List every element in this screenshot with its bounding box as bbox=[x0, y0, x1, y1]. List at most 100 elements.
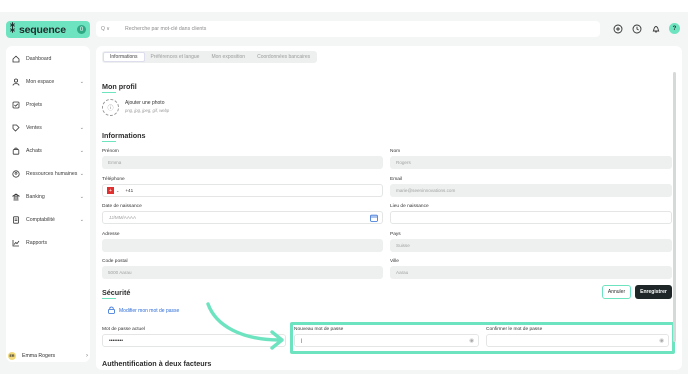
chart-line-icon bbox=[12, 239, 20, 247]
search-filter-dropdown[interactable]: Q ∨ bbox=[101, 26, 125, 32]
email-field[interactable]: marie@seeninnovations.com bbox=[390, 184, 672, 197]
section-title-profil: Mon profil bbox=[102, 82, 137, 91]
telephone-prefix: +41 bbox=[125, 188, 134, 193]
people-icon bbox=[12, 170, 20, 178]
scrollbar[interactable] bbox=[673, 72, 676, 342]
code-postal-field[interactable]: 5000 Aarau bbox=[102, 266, 383, 279]
date-naissance-label: Date de naissance bbox=[102, 204, 142, 209]
section-title-informations: Informations bbox=[102, 131, 146, 140]
nom-field[interactable]: Rogers bbox=[390, 156, 672, 169]
app-window: ⁑ sequence 0 Dashboard Mon espace ⌄ Proj… bbox=[0, 12, 688, 374]
code-postal-label: Code postal bbox=[102, 259, 128, 264]
main-panel: Informations Préférences et langue Mon e… bbox=[96, 46, 682, 370]
pays-field[interactable]: Suisse bbox=[390, 239, 672, 252]
bank-icon bbox=[12, 193, 20, 201]
prenom-field[interactable]: Emma bbox=[102, 156, 383, 169]
telephone-field[interactable]: + ⌄ +41 bbox=[102, 184, 383, 197]
chevron-down-icon: ⌄ bbox=[79, 217, 84, 223]
telephone-label: Téléphone bbox=[102, 177, 125, 182]
swiss-flag-icon[interactable]: + bbox=[107, 187, 114, 194]
chevron-down-icon[interactable]: ⌄ bbox=[116, 188, 119, 193]
user-icon bbox=[12, 78, 20, 86]
sidebar-item-label: Mon espace bbox=[26, 79, 55, 85]
sidebar-item-label: Ressources humaines bbox=[26, 171, 78, 177]
bag-icon bbox=[12, 147, 20, 155]
sidebar-item-label: Banking bbox=[26, 194, 45, 200]
cancel-button[interactable]: Annuler bbox=[602, 285, 631, 299]
brand-badge: 0 bbox=[77, 25, 86, 34]
photo-upload-formats: png, jpg, jpeg, gif, webp bbox=[125, 108, 170, 113]
tab-informations[interactable]: Informations bbox=[103, 52, 145, 62]
tag-icon bbox=[12, 124, 20, 132]
section-underline bbox=[102, 141, 116, 142]
brand-name: sequence bbox=[19, 23, 66, 36]
search-input[interactable]: Recherche par mot-clé dans clients bbox=[125, 26, 206, 32]
sidebar-item-ventes[interactable]: Ventes ⌄ bbox=[6, 120, 90, 136]
section-title-securite: Sécurité bbox=[102, 288, 131, 297]
chevron-down-icon: ⌄ bbox=[79, 125, 84, 131]
section-underline bbox=[102, 298, 116, 299]
tab-coordonnees-bancaires[interactable]: Coordonnées bancaires bbox=[251, 52, 316, 62]
sidebar-item-dashboard[interactable]: Dashboard bbox=[6, 51, 90, 67]
current-password-value: •••••••• bbox=[109, 337, 124, 344]
logo-icon: ⁑ bbox=[10, 24, 15, 35]
prenom-label: Prénom bbox=[102, 149, 119, 154]
lieu-naissance-label: Lieu de naissance bbox=[390, 204, 429, 209]
document-icon bbox=[12, 216, 20, 224]
sidebar-item-label: Achats bbox=[26, 148, 42, 154]
home-icon bbox=[12, 55, 20, 63]
sidebar-item-comptabilite[interactable]: Comptabilité ⌄ bbox=[6, 212, 90, 228]
sidebar-item-achats[interactable]: Achats ⌄ bbox=[6, 143, 90, 159]
sidebar-item-label: Comptabilité bbox=[26, 217, 55, 223]
sidebar-item-rapports[interactable]: Rapports bbox=[6, 235, 90, 251]
change-password-link[interactable]: Modifier mon mot de passe bbox=[108, 306, 179, 316]
chevron-down-icon: ⌄ bbox=[79, 148, 84, 154]
email-label: Email bbox=[390, 177, 402, 182]
photo-upload-title[interactable]: Ajouter une photo bbox=[125, 100, 164, 106]
tab-preferences[interactable]: Préférences et langue bbox=[145, 52, 206, 62]
brand-logo[interactable]: ⁑ sequence 0 bbox=[6, 21, 90, 38]
tab-exposition[interactable]: Mon exposition bbox=[205, 52, 251, 62]
avatar: ER bbox=[8, 352, 16, 360]
ville-field[interactable]: Aarau bbox=[390, 266, 672, 279]
nom-label: Nom bbox=[390, 149, 401, 154]
highlight-box bbox=[290, 322, 675, 354]
lieu-naissance-field[interactable] bbox=[390, 211, 672, 224]
checkbox-icon bbox=[12, 101, 20, 109]
user-menu[interactable]: ER Emma Rogers › bbox=[8, 350, 88, 362]
search-bar[interactable]: Q ∨ Recherche par mot-clé dans clients bbox=[96, 21, 600, 37]
clock-icon[interactable] bbox=[631, 23, 642, 34]
sidebar-item-banking[interactable]: Banking ⌄ bbox=[6, 189, 90, 205]
annotation-arrow bbox=[206, 302, 284, 350]
lock-icon bbox=[108, 306, 115, 316]
sidebar-item-mon-espace[interactable]: Mon espace ⌄ bbox=[6, 74, 90, 90]
adresse-label: Adresse bbox=[102, 232, 120, 237]
sidebar-item-label: Ventes bbox=[26, 125, 42, 131]
section-underline bbox=[102, 92, 116, 93]
sidebar-item-label: Dashboard bbox=[26, 56, 52, 62]
ville-label: Ville bbox=[390, 259, 399, 264]
date-naissance-field[interactable]: JJ/MM/AAAA bbox=[102, 211, 383, 224]
sidebar-item-label: Projets bbox=[26, 102, 43, 108]
change-password-label: Modifier mon mot de passe bbox=[119, 308, 180, 314]
chevron-down-icon: ⌄ bbox=[79, 194, 84, 200]
calendar-icon[interactable] bbox=[370, 214, 378, 223]
sidebar-item-projets[interactable]: Projets bbox=[6, 97, 90, 113]
sidebar-item-ressources-humaines[interactable]: Ressources humaines ⌄ bbox=[6, 166, 90, 182]
help-avatar-icon[interactable]: ? bbox=[669, 23, 680, 34]
pays-label: Pays bbox=[390, 232, 401, 237]
adresse-field[interactable] bbox=[102, 239, 383, 252]
photo-upload-icon[interactable]: ⓘ bbox=[102, 99, 119, 116]
save-button[interactable]: Enregistrer bbox=[635, 285, 672, 299]
chevron-down-icon: ⌄ bbox=[79, 79, 84, 85]
add-icon[interactable] bbox=[612, 23, 623, 34]
sidebar-item-label: Rapports bbox=[26, 240, 48, 246]
topbar-icons: ? bbox=[612, 23, 680, 34]
bell-icon[interactable] bbox=[650, 23, 661, 34]
tab-bar: Informations Préférences et langue Mon e… bbox=[102, 51, 318, 63]
section-title-2fa: Authentification à deux facteurs bbox=[102, 359, 212, 368]
sidebar-nav: Dashboard Mon espace ⌄ Projets Ventes ⌄ … bbox=[6, 46, 90, 362]
sidebar: ⁑ sequence 0 Dashboard Mon espace ⌄ Proj… bbox=[0, 12, 95, 374]
current-password-label: Mot de passe actuel bbox=[102, 327, 145, 332]
chevron-down-icon: ⌄ bbox=[79, 171, 84, 177]
